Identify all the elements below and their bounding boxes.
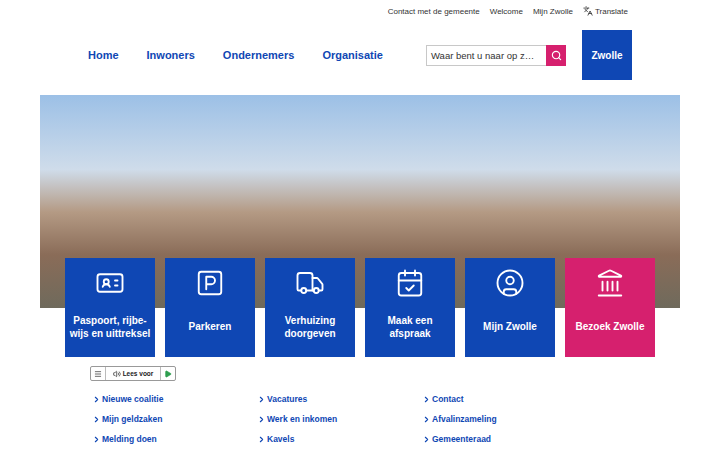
tile-icon-box	[495, 264, 525, 302]
parking-icon	[195, 268, 225, 298]
building-icon	[595, 268, 625, 298]
tile-icon-box	[195, 264, 225, 302]
chevron-icon	[92, 395, 101, 404]
tile[interactable]: Verhuizing doorgeven	[265, 258, 355, 357]
header: Home Inwoners Ondernemers Organisatie Waar b…	[0, 30, 720, 80]
quick-link[interactable]: Afvalinzameling	[422, 409, 587, 429]
chevron-icon	[257, 435, 266, 444]
quick-link[interactable]: Mijn geldzaken	[92, 409, 257, 429]
quick-link[interactable]: Gemeenteraad	[422, 429, 587, 449]
search-button[interactable]	[546, 45, 566, 66]
quick-link[interactable]: Nieuwe coalitie	[92, 389, 257, 409]
chevron-icon	[257, 395, 266, 404]
tile[interactable]: Parkeren	[165, 258, 255, 357]
logo[interactable]: Zwolle	[582, 30, 632, 80]
quick-links: Nieuwe coalitieVacaturesContact Mijn geld…	[92, 389, 720, 449]
play-icon	[164, 370, 172, 378]
translate-icon	[583, 6, 593, 16]
utility-bar: Contact met de gemeente Welcome Mijn Zwoll…	[0, 0, 720, 22]
chevron-icon	[92, 435, 101, 444]
tile[interactable]: Paspoort, rijbe-wijs en uittreksel	[65, 258, 155, 357]
tile-label: Maak een afspraak	[369, 302, 451, 351]
readspeaker-menu[interactable]	[91, 367, 106, 380]
nav-item[interactable]: Home	[88, 49, 119, 61]
utility-link[interactable]: Welcome	[490, 7, 523, 16]
translate-link[interactable]: Translate	[583, 6, 628, 16]
tile-label: Mijn Zwolle	[483, 302, 537, 351]
user-icon	[495, 268, 525, 298]
search-box: Waar bent u naar op z…	[426, 45, 566, 66]
chevron-icon	[422, 395, 431, 404]
tile-icon-box	[95, 264, 125, 302]
utility-link[interactable]: Mijn Zwolle	[533, 7, 573, 16]
chevron-icon	[422, 435, 431, 444]
id-card-icon	[95, 268, 125, 298]
search-input[interactable]: Waar bent u naar op z…	[426, 45, 546, 66]
nav-item[interactable]: Organisatie	[322, 49, 383, 61]
quick-link[interactable]: Melding doen	[92, 429, 257, 449]
tile[interactable]: Maak een afspraak	[365, 258, 455, 357]
tile[interactable]: Mijn Zwolle	[465, 258, 555, 357]
tile[interactable]: Bezoek Zwolle	[565, 258, 655, 357]
tile-icon-box	[395, 264, 425, 302]
tile-label: Verhuizing doorgeven	[269, 302, 351, 351]
readspeaker: Lees voor	[90, 366, 176, 381]
tile-label: Bezoek Zwolle	[576, 302, 645, 351]
tile-icon-box	[595, 264, 625, 302]
quick-link[interactable]: Kavels	[257, 429, 422, 449]
tile-label: Parkeren	[189, 302, 232, 351]
tile-icon-box	[295, 264, 325, 302]
main-nav: Home Inwoners Ondernemers Organisatie	[88, 49, 383, 61]
readspeaker-play[interactable]	[161, 367, 175, 380]
readspeaker-button[interactable]: Lees voor	[106, 367, 161, 380]
utility-link[interactable]: Contact met de gemeente	[388, 7, 480, 16]
tile-label: Paspoort, rijbe-wijs en uittreksel	[69, 302, 151, 351]
nav-item[interactable]: Ondernemers	[223, 49, 295, 61]
menu-icon	[94, 370, 102, 378]
chevron-icon	[257, 415, 266, 424]
chevron-icon	[92, 415, 101, 424]
quick-link[interactable]: Contact	[422, 389, 587, 409]
calendar-icon	[395, 268, 425, 298]
nav-item[interactable]: Inwoners	[147, 49, 195, 61]
chevron-icon	[422, 415, 431, 424]
page: Contact met de gemeente Welcome Mijn Zwoll…	[0, 0, 720, 450]
quick-link[interactable]: Werk en inkomen	[257, 409, 422, 429]
speaker-icon	[113, 370, 121, 378]
truck-icon	[295, 268, 325, 298]
quick-link[interactable]: Vacatures	[257, 389, 422, 409]
tile-row: Paspoort, rijbe-wijs en uittreksel Parker…	[0, 258, 720, 357]
search-icon	[551, 50, 562, 61]
